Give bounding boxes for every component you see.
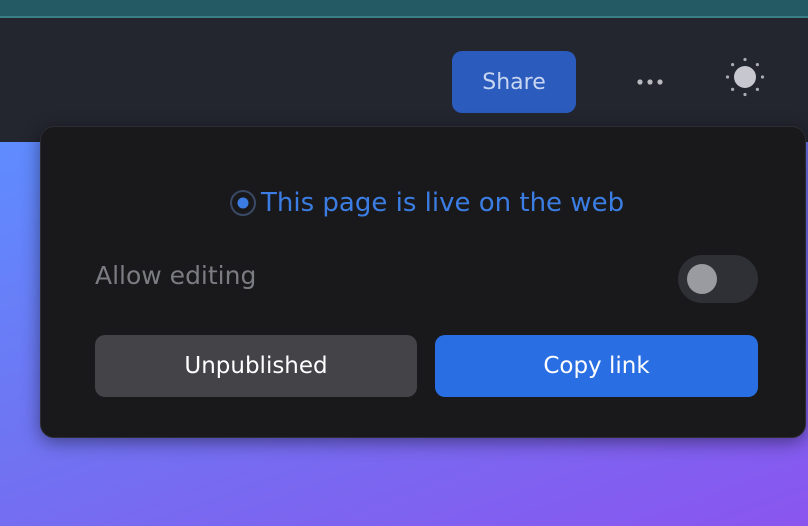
- ellipsis-icon: [637, 79, 663, 85]
- theme-toggle-button[interactable]: [722, 54, 768, 100]
- top-accent-strip: [0, 0, 808, 16]
- publish-popover: This page is live on the web Allow editi…: [40, 126, 806, 438]
- sun-icon: [725, 57, 765, 97]
- share-button[interactable]: Share: [452, 51, 576, 113]
- unpublish-button[interactable]: Unpublished: [95, 335, 417, 397]
- live-status-text: This page is live on the web: [261, 188, 625, 218]
- radio-selected-icon: [229, 189, 257, 217]
- allow-editing-toggle[interactable]: [678, 255, 758, 303]
- copy-link-button[interactable]: Copy link: [435, 335, 758, 397]
- allow-editing-label: Allow editing: [95, 261, 257, 290]
- app-header: [0, 18, 808, 142]
- live-status: This page is live on the web: [229, 185, 624, 221]
- unpublish-button-label: Unpublished: [184, 353, 328, 379]
- more-options-button[interactable]: [624, 64, 676, 100]
- share-button-label: Share: [482, 69, 546, 95]
- toggle-knob: [687, 264, 717, 294]
- copy-link-button-label: Copy link: [543, 353, 650, 379]
